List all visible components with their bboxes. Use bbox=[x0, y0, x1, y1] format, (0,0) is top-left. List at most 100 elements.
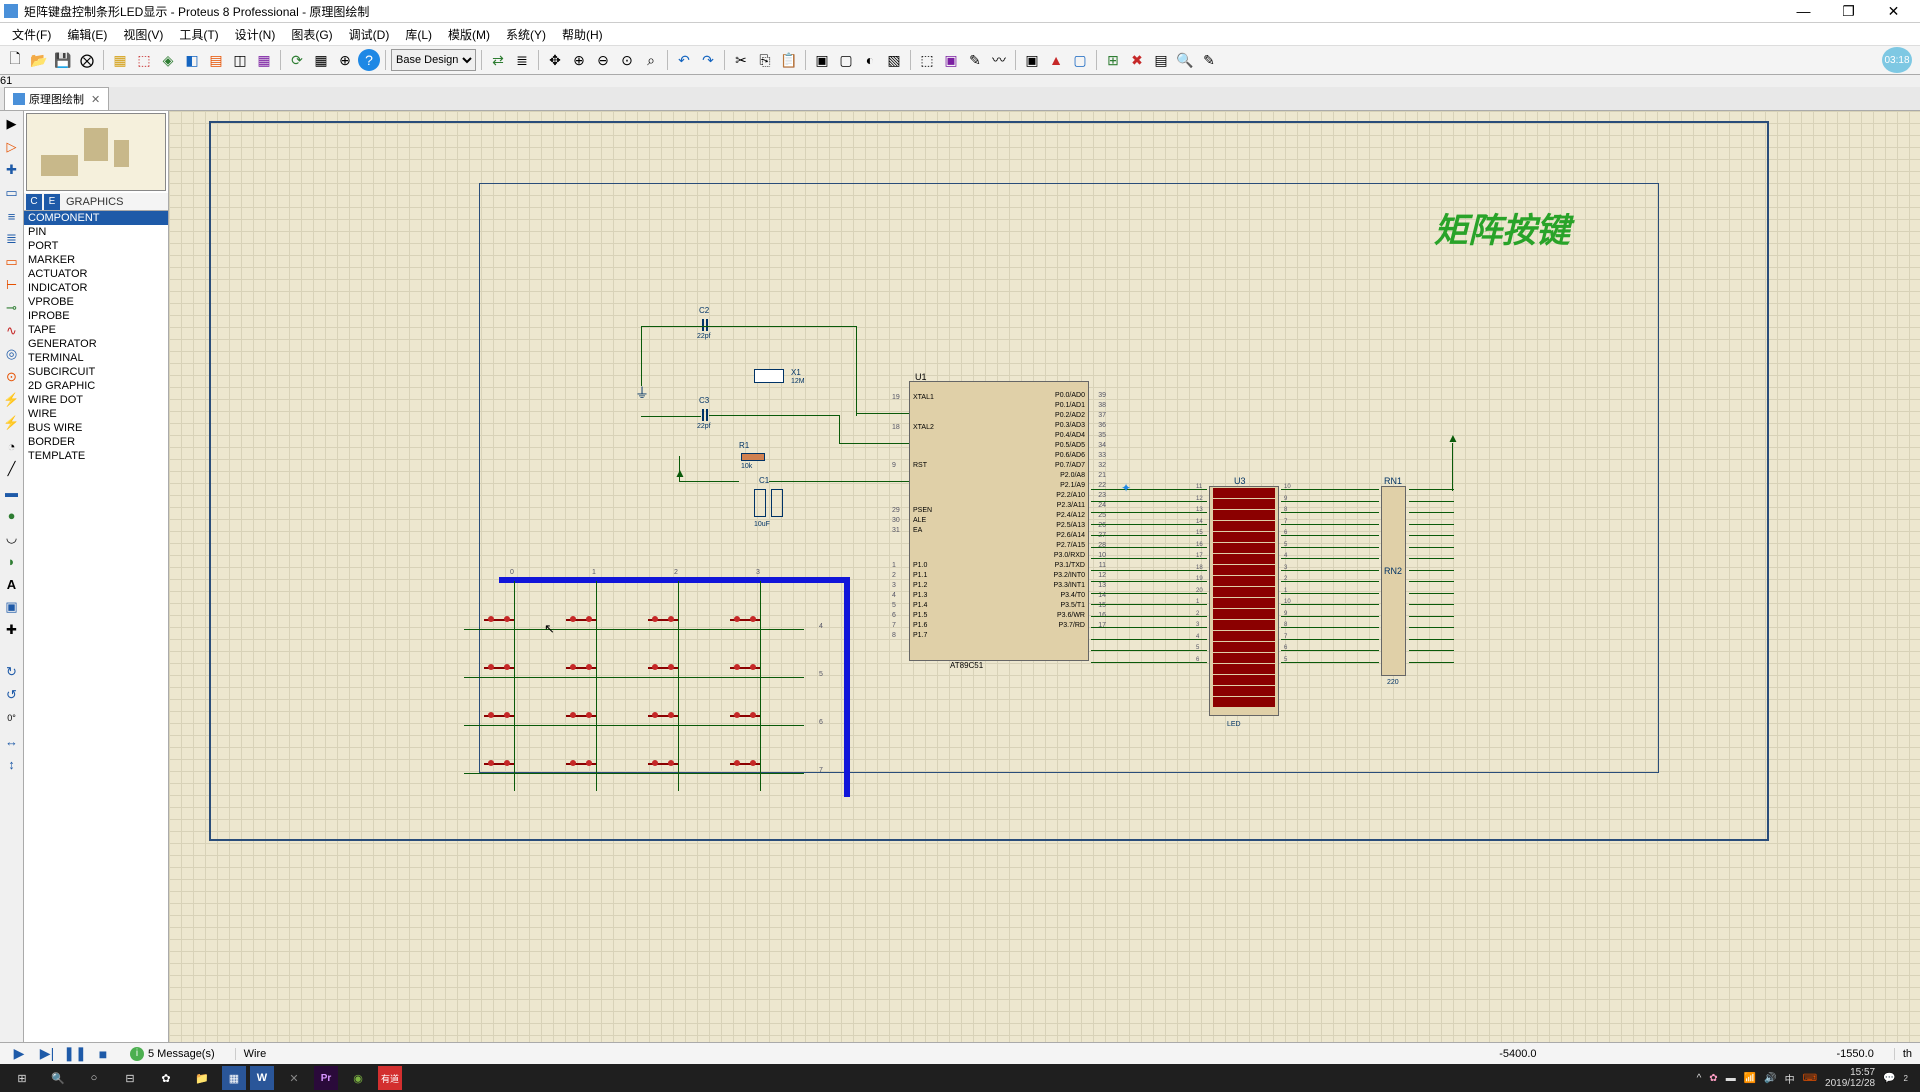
transfer-icon[interactable]: ⇄ bbox=[487, 49, 509, 71]
arc-2d-icon[interactable]: ◡ bbox=[1, 527, 23, 549]
clock[interactable]: 15:57 2019/12/28 bbox=[1825, 1067, 1875, 1089]
menu-tool[interactable]: 工具(T) bbox=[171, 24, 226, 45]
tape-tool-icon[interactable]: ◎ bbox=[1, 343, 23, 365]
battery-icon[interactable]: ▬ bbox=[1726, 1073, 1736, 1084]
menu-template[interactable]: 模版(M) bbox=[440, 24, 498, 45]
diff-icon[interactable]: ≣ bbox=[511, 49, 533, 71]
copy-icon[interactable]: ⎘ bbox=[754, 49, 776, 71]
decompose-icon[interactable]: ✎ bbox=[964, 49, 986, 71]
circle-2d-icon[interactable]: ● bbox=[1, 504, 23, 526]
object-list[interactable]: COMPONENTPINPORTMARKERACTUATORINDICATORV… bbox=[24, 211, 168, 1042]
step-button[interactable]: ▶| bbox=[36, 1045, 58, 1063]
list-item[interactable]: SUBCIRCUIT bbox=[24, 365, 168, 379]
rotate-ccw-icon[interactable]: ↺ bbox=[1, 684, 23, 706]
close-project-icon[interactable]: ⨂ bbox=[76, 49, 98, 71]
minimize-button[interactable]: — bbox=[1781, 0, 1826, 22]
gerber-icon[interactable]: ▤ bbox=[205, 49, 227, 71]
list-item[interactable]: TEMPLATE bbox=[24, 449, 168, 463]
list-item[interactable]: BORDER bbox=[24, 435, 168, 449]
vsm-icon[interactable]: ◫ bbox=[229, 49, 251, 71]
block-move-icon[interactable]: ▢ bbox=[835, 49, 857, 71]
tab-close-icon[interactable]: ✕ bbox=[91, 93, 100, 106]
tray-up-icon[interactable]: ^ bbox=[1697, 1073, 1702, 1084]
list-item[interactable]: TERMINAL bbox=[24, 351, 168, 365]
property-icon[interactable]: ✎ bbox=[1198, 49, 1220, 71]
bus-wire[interactable] bbox=[844, 577, 850, 797]
toggle-3-icon[interactable]: ▢ bbox=[1069, 49, 1091, 71]
selection-tool-icon[interactable]: ▶ bbox=[1, 113, 23, 135]
cut-icon[interactable]: ✂ bbox=[730, 49, 752, 71]
list-item[interactable]: BUS WIRE bbox=[24, 421, 168, 435]
calculator-icon[interactable]: ▦ bbox=[222, 1066, 246, 1090]
help-icon[interactable]: ? bbox=[358, 49, 380, 71]
list-mode-e-icon[interactable]: E bbox=[44, 194, 60, 210]
variant-select[interactable]: Base Design bbox=[391, 49, 476, 71]
text-script-icon[interactable]: ≡ bbox=[1, 205, 23, 227]
path-2d-icon[interactable]: ◗ bbox=[1, 550, 23, 572]
list-item[interactable]: VPROBE bbox=[24, 295, 168, 309]
text-2d-icon[interactable]: A bbox=[1, 573, 23, 595]
search-icon[interactable]: 🔍 bbox=[1174, 49, 1196, 71]
graph-tool-icon[interactable]: ∿ bbox=[1, 320, 23, 342]
list-item[interactable]: MARKER bbox=[24, 253, 168, 267]
rn1-resnet[interactable] bbox=[1381, 486, 1406, 676]
zoom-in-icon[interactable]: ⊕ bbox=[568, 49, 590, 71]
list-item[interactable]: COMPONENT bbox=[24, 211, 168, 225]
word-icon[interactable]: W bbox=[250, 1066, 274, 1090]
zoom-fit-icon[interactable]: ⊙ bbox=[616, 49, 638, 71]
list-item[interactable]: INDICATOR bbox=[24, 281, 168, 295]
rotate-cw-icon[interactable]: ↻ bbox=[1, 661, 23, 683]
wifi-icon[interactable]: 📶 bbox=[1744, 1073, 1756, 1084]
block-rotate-icon[interactable]: ◐ bbox=[859, 49, 881, 71]
paste-icon[interactable]: 📋 bbox=[778, 49, 800, 71]
block-copy-icon[interactable]: ▣ bbox=[811, 49, 833, 71]
probe-v-icon[interactable]: ⚡ bbox=[1, 389, 23, 411]
app-3-icon[interactable]: ✕ bbox=[278, 1066, 310, 1090]
block-delete-icon[interactable]: ▧ bbox=[883, 49, 905, 71]
schematic-canvas[interactable]: 矩阵按键 C2 22pf X1 12M C3 22pf R1 10k C1 10… bbox=[169, 111, 1920, 1042]
flip-v-icon[interactable]: ↕ bbox=[1, 753, 23, 775]
origin-icon[interactable]: ⊕ bbox=[334, 49, 356, 71]
premiere-icon[interactable]: Pr bbox=[314, 1066, 338, 1090]
notification-center-icon[interactable]: 💬 bbox=[1883, 1073, 1895, 1084]
junction-tool-icon[interactable]: ✚ bbox=[1, 159, 23, 181]
menu-graph[interactable]: 图表(G) bbox=[283, 24, 340, 45]
list-item[interactable]: 2D GRAPHIC bbox=[24, 379, 168, 393]
menu-design[interactable]: 设计(N) bbox=[227, 24, 284, 45]
menu-view[interactable]: 视图(V) bbox=[115, 24, 171, 45]
overview-preview[interactable] bbox=[26, 113, 166, 191]
menu-debug[interactable]: 调试(D) bbox=[341, 24, 398, 45]
cortana-icon[interactable]: ○ bbox=[78, 1066, 110, 1090]
stop-button[interactable]: ■ bbox=[92, 1045, 114, 1063]
list-item[interactable]: PIN bbox=[24, 225, 168, 239]
pan-icon[interactable]: ✥ bbox=[544, 49, 566, 71]
instrument-icon[interactable]: ◔ bbox=[1, 435, 23, 457]
r1-component[interactable] bbox=[741, 453, 765, 461]
c3-component[interactable] bbox=[702, 409, 708, 421]
pcb-icon[interactable]: ◈ bbox=[157, 49, 179, 71]
refresh-icon[interactable]: ⟳ bbox=[286, 49, 308, 71]
app-5-icon[interactable]: ◉ bbox=[342, 1066, 374, 1090]
tray-app-icon[interactable]: ✿ bbox=[1709, 1073, 1717, 1084]
c1-component[interactable] bbox=[754, 489, 766, 517]
ime-indicator[interactable]: 中 bbox=[1785, 1071, 1795, 1086]
notification-badge[interactable]: 61 bbox=[0, 75, 1920, 87]
pick-icon[interactable]: ⬚ bbox=[916, 49, 938, 71]
3d-icon[interactable]: ◧ bbox=[181, 49, 203, 71]
pause-button[interactable]: ❚❚ bbox=[64, 1045, 86, 1063]
marker-2d-icon[interactable]: ✚ bbox=[1, 619, 23, 641]
open-icon[interactable]: 📂 bbox=[28, 49, 50, 71]
bom-report-icon[interactable]: ▤ bbox=[1150, 49, 1172, 71]
menu-library[interactable]: 库(L) bbox=[397, 24, 440, 45]
menu-file[interactable]: 文件(F) bbox=[4, 24, 59, 45]
app-6-icon[interactable]: 有道 bbox=[378, 1066, 402, 1090]
undo-icon[interactable]: ↶ bbox=[673, 49, 695, 71]
list-item[interactable]: ACTUATOR bbox=[24, 267, 168, 281]
symbol-2d-icon[interactable]: ▣ bbox=[1, 596, 23, 618]
taskview-icon[interactable]: ⊟ bbox=[114, 1066, 146, 1090]
toggle-1-icon[interactable]: ▣ bbox=[1021, 49, 1043, 71]
line-2d-icon[interactable]: ╱ bbox=[1, 458, 23, 480]
redo-icon[interactable]: ↷ bbox=[697, 49, 719, 71]
list-item[interactable]: IPROBE bbox=[24, 309, 168, 323]
volume-icon[interactable]: 🔊 bbox=[1764, 1073, 1776, 1084]
